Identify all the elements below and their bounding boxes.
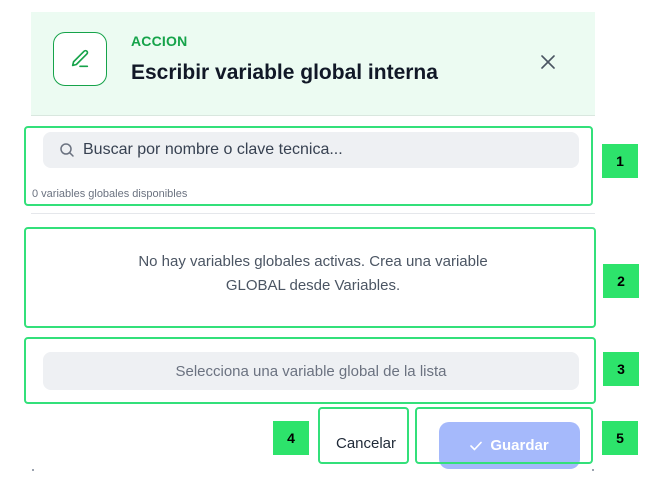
corner-mark <box>32 469 34 471</box>
annotation-box-1 <box>24 126 593 206</box>
dialog-header: ACCION Escribir variable global interna <box>31 12 595 116</box>
annotation-badge-3: 3 <box>603 352 639 386</box>
pencil-icon <box>53 32 107 86</box>
corner-mark <box>592 469 594 471</box>
annotation-badge-4: 4 <box>273 421 309 455</box>
annotation-box-5 <box>415 407 593 464</box>
annotation-box-2 <box>24 227 596 328</box>
divider <box>31 213 595 214</box>
annotation-badge-2: 2 <box>603 264 639 298</box>
annotation-box-3 <box>24 337 596 404</box>
dialog-title: Escribir variable global interna <box>131 61 438 84</box>
annotation-badge-5: 5 <box>602 421 638 455</box>
close-icon <box>541 55 555 69</box>
close-button[interactable] <box>534 48 562 76</box>
annotation-badge-1: 1 <box>602 144 638 178</box>
annotation-box-4 <box>318 407 409 464</box>
action-eyebrow: ACCION <box>131 33 188 49</box>
